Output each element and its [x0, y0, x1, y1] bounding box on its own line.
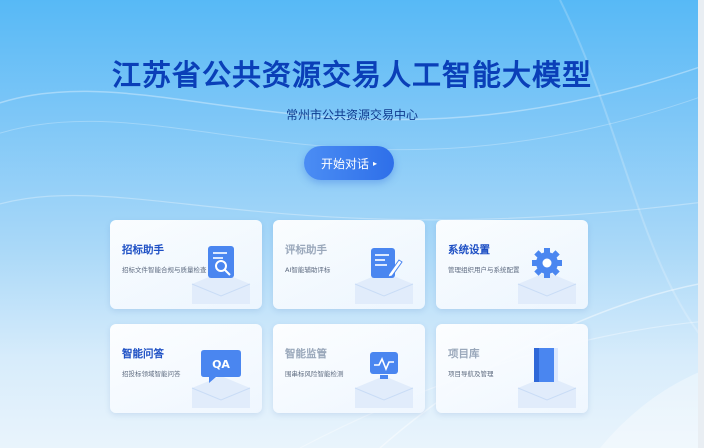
document-edit-icon	[354, 248, 414, 304]
monitor-chart-icon	[354, 352, 414, 408]
card-project-library[interactable]: 项目库 项目导航及管理	[436, 324, 588, 413]
qa-chat-icon: QA	[191, 350, 251, 408]
card-smart-qa[interactable]: 智能问答 招投标领域智能问答 QA	[110, 324, 262, 413]
card-bidding-assistant[interactable]: 招标助手 招标文件智能合规与质量检查	[110, 220, 262, 309]
card-title: 智能问答	[122, 348, 164, 360]
document-search-icon	[191, 246, 251, 304]
card-system-settings[interactable]: 系统设置 管理组织用户与系统配置	[436, 220, 588, 309]
svg-text:QA: QA	[212, 358, 230, 371]
card-description: 项目导航及管理	[448, 370, 494, 378]
card-title: 招标助手	[122, 244, 164, 256]
page-subtitle: 常州市公共资源交易中心	[285, 108, 418, 122]
card-title: 智能监管	[285, 348, 327, 360]
book-icon	[517, 348, 577, 408]
card-title: 评标助手	[285, 244, 327, 256]
play-arrow-icon: ▸	[373, 158, 378, 168]
card-smart-supervision[interactable]: 智能监管 围串标风险智能检测	[273, 324, 425, 413]
card-evaluation-assistant[interactable]: 评标助手 AI智能辅助评标	[273, 220, 425, 309]
card-description: 管理组织用户与系统配置	[448, 266, 520, 274]
card-title: 系统设置	[448, 244, 490, 256]
gear-icon	[517, 248, 577, 304]
card-title: 项目库	[448, 348, 480, 360]
card-description: AI智能辅助评标	[285, 266, 331, 274]
card-description: 围串标风险智能检测	[285, 370, 344, 378]
start-chat-button[interactable]: 开始对话 ▸	[304, 146, 394, 180]
card-description: 招投标领域智能问答	[122, 370, 181, 378]
page-title: 江苏省公共资源交易人工智能大模型	[111, 58, 592, 92]
start-chat-label: 开始对话	[320, 156, 369, 171]
